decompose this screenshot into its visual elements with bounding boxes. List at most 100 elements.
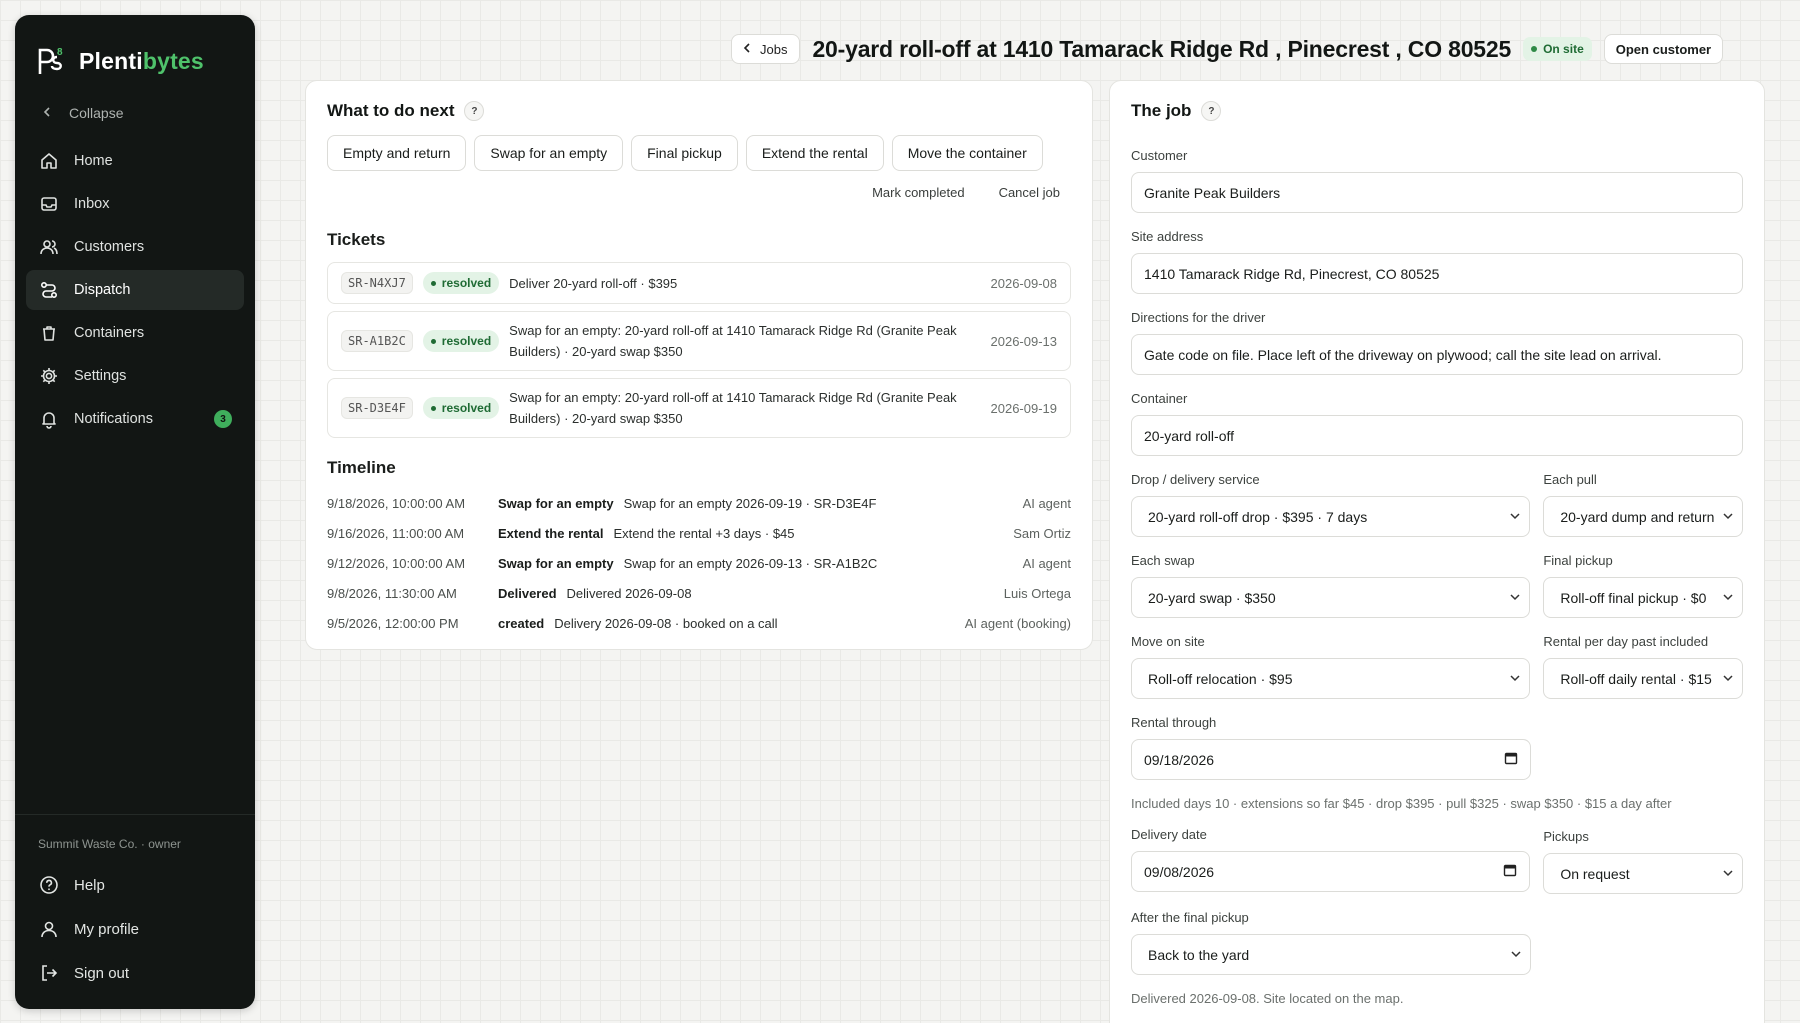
extend-rental-button[interactable]: Extend the rental xyxy=(745,135,884,171)
timeline-text: Swap for an empty 2026-09-19 · SR-D3E4F xyxy=(623,495,877,511)
help-button[interactable]: Help xyxy=(26,863,244,907)
after-final-select[interactable]: Back to the yard xyxy=(1131,934,1531,975)
secondary-actions: Mark completed Cancel job xyxy=(327,185,1071,200)
svg-text:8: 8 xyxy=(57,47,63,58)
ticket-description: Deliver 20-yard roll-off · $395 xyxy=(509,275,678,291)
timeline-kind: Swap for an empty xyxy=(498,555,614,571)
brand-name: Plentibytes xyxy=(79,47,204,74)
ticket-row[interactable]: SR-A1B2C resolved Swap for an empty: 20-… xyxy=(327,311,1071,371)
chevron-down-icon xyxy=(1509,671,1521,687)
status-badge: On site xyxy=(1523,37,1592,61)
status-badge: resolved xyxy=(422,272,500,294)
back-to-jobs-button[interactable]: Jobs xyxy=(731,34,801,64)
rental-through-date[interactable]: 09/18/2026 xyxy=(1131,739,1531,780)
swap-label: Each swap xyxy=(1131,553,1195,568)
chevron-down-icon xyxy=(1509,509,1521,525)
my-profile-button[interactable]: My profile xyxy=(26,907,244,951)
timeline-time: 9/12/2026, 10:00:00 AM xyxy=(327,555,466,571)
gear-icon xyxy=(38,365,60,387)
site-field-group: Site address 1410 Tamarack Ridge Rd, Pin… xyxy=(1131,229,1743,294)
sidebar-item-containers[interactable]: Containers xyxy=(26,313,244,353)
after-final-group: After the final pickup Back to the yard xyxy=(1131,910,1531,975)
delivered-note: Delivered 2026-09-08. Site located on th… xyxy=(1131,991,1404,1006)
empty-and-return-button[interactable]: Empty and return xyxy=(327,135,467,171)
calendar-icon[interactable] xyxy=(1504,751,1518,768)
rental-through-group: Rental through 09/18/2026 xyxy=(1131,715,1531,780)
cancel-job-button[interactable]: Cancel job xyxy=(999,185,1060,200)
sidebar: 8 Plentibytes Collapse Home Inbox Custom… xyxy=(15,15,255,1009)
drop-service-select[interactable]: 20-yard roll-off drop · $395 · 7 days xyxy=(1131,496,1531,537)
chevron-left-icon xyxy=(742,42,752,57)
sidebar-item-label: Customers xyxy=(74,239,145,255)
trash-icon xyxy=(38,322,60,344)
rental-through-label: Rental through xyxy=(1131,715,1217,730)
move-on-site-select[interactable]: Roll-off relocation · $95 xyxy=(1131,658,1531,699)
bell-icon xyxy=(38,408,60,430)
timeline-kind: created xyxy=(498,615,545,631)
sidebar-item-label: Containers xyxy=(74,325,145,341)
mark-completed-button[interactable]: Mark completed xyxy=(872,185,964,200)
container-label: Container xyxy=(1131,391,1188,406)
each-swap-select[interactable]: 20-yard swap · $350 xyxy=(1131,577,1531,618)
final-pickup-button[interactable]: Final pickup xyxy=(631,135,738,171)
timeline-time: 9/16/2026, 11:00:00 AM xyxy=(327,525,465,541)
collapse-button[interactable]: Collapse xyxy=(15,85,255,141)
ticket-row[interactable]: SR-N4XJ7 resolved Deliver 20-yard roll-o… xyxy=(327,262,1071,304)
sidebar-item-dispatch[interactable]: Dispatch xyxy=(26,270,244,310)
final-pickup-select[interactable]: Roll-off final pickup · $0 xyxy=(1543,577,1743,618)
chevron-down-icon xyxy=(1510,947,1522,963)
customer-label: Customer xyxy=(1131,148,1188,163)
notification-count-badge: 3 xyxy=(214,410,232,428)
timeline-row: 9/5/2026, 12:00:00 PM created Delivery 2… xyxy=(327,608,1071,638)
route-icon xyxy=(38,279,60,301)
sidebar-item-inbox[interactable]: Inbox xyxy=(26,184,244,224)
directions-field[interactable]: Gate code on file. Place left of the dri… xyxy=(1131,334,1743,375)
container-field[interactable]: 20-yard roll-off xyxy=(1131,415,1743,456)
sidebar-item-notifications[interactable]: Notifications 3 xyxy=(26,399,244,439)
timeline-row: 9/16/2026, 11:00:00 AM Extend the rental… xyxy=(327,518,1071,548)
chevron-down-icon xyxy=(1722,866,1734,882)
job-details-card: The job ? Customer Granite Peak Builders… xyxy=(1109,80,1765,1023)
sidebar-item-label: Home xyxy=(74,153,113,169)
sign-out-button[interactable]: Sign out xyxy=(26,951,244,995)
sidebar-footer: Summit Waste Co. · owner Help My profile… xyxy=(15,814,255,1009)
pickups-label: Pickups xyxy=(1543,829,1589,844)
sidebar-item-settings[interactable]: Settings xyxy=(26,356,244,396)
timeline-actor: Sam Ortiz xyxy=(1013,525,1071,541)
timeline-actor: AI agent (booking) xyxy=(964,615,1071,631)
ticket-row[interactable]: SR-D3E4F resolved Swap for an empty: 20-… xyxy=(327,378,1071,438)
customer-field[interactable]: Granite Peak Builders xyxy=(1131,172,1743,213)
each-pull-select[interactable]: 20-yard dump and return xyxy=(1543,496,1743,537)
pickups-select[interactable]: On request xyxy=(1543,853,1743,894)
org-label: Summit Waste Co. · owner xyxy=(38,837,181,851)
ticket-code: SR-N4XJ7 xyxy=(341,272,413,294)
swap-for-empty-button[interactable]: Swap for an empty xyxy=(474,135,624,171)
sign-out-label: Sign out xyxy=(74,964,130,982)
help-icon[interactable]: ? xyxy=(1201,101,1222,121)
included-note: Included days 10 · extensions so far $45… xyxy=(1131,796,1672,811)
calendar-icon[interactable] xyxy=(1503,863,1517,880)
sidebar-item-label: Notifications xyxy=(74,411,153,427)
users-icon xyxy=(38,236,60,258)
sidebar-item-customers[interactable]: Customers xyxy=(26,227,244,267)
swap-final-row: Each swap 20-yard swap · $350 Final pick… xyxy=(1131,553,1743,618)
inbox-icon xyxy=(38,193,60,215)
timeline-row: 9/8/2026, 11:30:00 AM Delivered Delivere… xyxy=(327,578,1071,608)
open-customer-button[interactable]: Open customer xyxy=(1603,34,1724,64)
help-icon[interactable]: ? xyxy=(464,101,485,121)
rental-per-day-select[interactable]: Roll-off daily rental · $15 xyxy=(1543,658,1743,699)
move-container-button[interactable]: Move the container xyxy=(891,135,1043,171)
directions-label: Directions for the driver xyxy=(1131,310,1266,325)
after-final-label: After the final pickup xyxy=(1131,910,1249,925)
timeline-text: Extend the rental +3 days · $45 xyxy=(613,525,795,541)
chevron-down-icon xyxy=(1722,590,1734,606)
ticket-date: 2026-09-19 xyxy=(990,400,1058,416)
brand[interactable]: 8 Plentibytes xyxy=(15,15,255,85)
sidebar-item-home[interactable]: Home xyxy=(26,141,244,181)
timeline-actor: Luis Ortega xyxy=(1003,585,1071,601)
collapse-label: Collapse xyxy=(69,105,124,121)
sidebar-item-label: Settings xyxy=(74,368,127,384)
site-address-field[interactable]: 1410 Tamarack Ridge Rd, Pinecrest, CO 80… xyxy=(1131,253,1743,294)
delivery-date[interactable]: 09/08/2026 xyxy=(1131,851,1531,892)
job-actions-card: What to do next ? Empty and return Swap … xyxy=(305,80,1093,650)
